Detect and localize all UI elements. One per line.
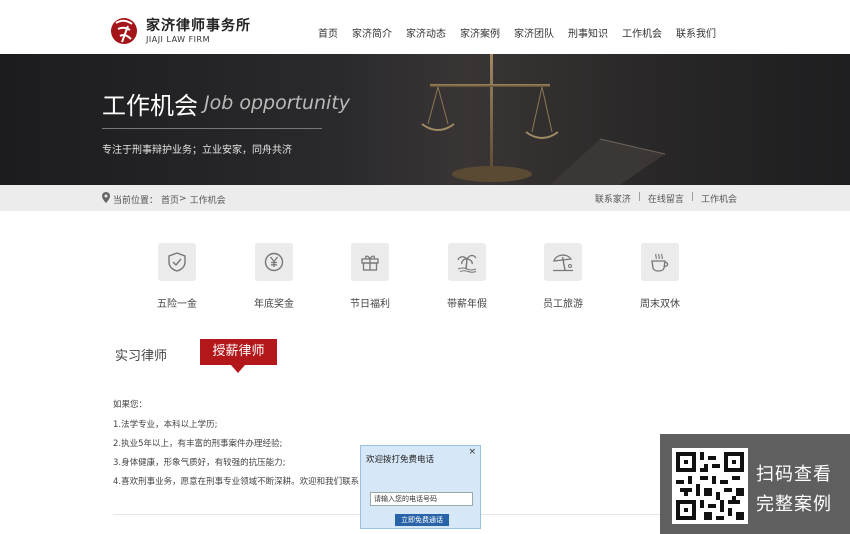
nav-about[interactable]: 家济简介 [352, 25, 392, 40]
benefit-weekends: 周末双休 [620, 243, 700, 310]
quick-links: 联系家济 | 在线留言 | 工作机会 [595, 192, 737, 205]
breadcrumb-label: 当前位置： [113, 195, 159, 206]
requirements-intro: 如果您： [113, 400, 148, 410]
benefit-label: 年底奖金 [254, 299, 294, 310]
shield-check-icon [158, 243, 196, 281]
nav-news[interactable]: 家济动态 [406, 25, 446, 40]
site-logo[interactable]: 家济律师事务所 JIAJI LAW FIRM [110, 14, 251, 48]
benefit-label: 周末双休 [640, 299, 680, 310]
benefit-label: 五险一金 [157, 299, 197, 310]
tab-intern-lawyer[interactable]: 实习律师 [115, 345, 167, 364]
nav-team[interactable]: 家济团队 [514, 25, 554, 40]
banner-title-en: Job opportunity [204, 92, 351, 114]
logo-name-cn: 家济律师事务所 [146, 17, 251, 34]
benefit-bonus: 年底奖金 [234, 243, 314, 310]
nav-knowledge[interactable]: 刑事知识 [568, 25, 608, 40]
free-call-popup: 欢迎拨打免费电话 × 立即免费通话 [360, 445, 481, 529]
popup-title: 欢迎拨打免费电话 [366, 455, 435, 465]
breadcrumb-separator: > [179, 194, 187, 204]
logo-seal-icon [110, 14, 140, 48]
gift-icon [351, 243, 389, 281]
benefit-paid-leave: 带薪年假 [427, 243, 507, 310]
requirement-item: 3.身体健康，形象气质好，有较强的抗压能力; [113, 458, 286, 468]
qr-code-image [672, 448, 748, 524]
link-separator: | [637, 192, 641, 202]
tab-salaried-lawyer[interactable]: 授薪律师 [200, 339, 277, 373]
nav-jobs[interactable]: 工作机会 [622, 25, 662, 40]
benefit-label: 员工旅游 [543, 299, 583, 310]
benefit-label: 节日福利 [350, 299, 390, 310]
main-nav: 首页 家济简介 家济动态 家济案例 家济团队 刑事知识 工作机会 联系我们 [318, 25, 730, 40]
benefit-label: 带薪年假 [447, 299, 487, 310]
requirement-item: 4.喜欢刑事业务，愿意在刑事专业领域不断深耕。欢迎和我们联系 [113, 477, 360, 487]
link-message[interactable]: 在线留言 [648, 192, 684, 205]
nav-contact[interactable]: 联系我们 [676, 25, 716, 40]
qr-caption-line1: 扫码查看 [756, 464, 832, 485]
breadcrumb-current: 工作机会 [189, 195, 226, 206]
banner-subtitle: 专注于刑事辩护业务；立业安家，同舟共济 [102, 145, 292, 156]
logo-name-en: JIAJI LAW FIRM [146, 34, 211, 44]
page-banner: 工作机会 Job opportunity 专注于刑事辩护业务；立业安家，同舟共济 [0, 54, 850, 185]
nav-cases[interactable]: 家济案例 [460, 25, 500, 40]
phone-number-input[interactable] [370, 492, 473, 506]
yen-coin-icon [255, 243, 293, 281]
requirement-item: 1.法学专业，本科以上学历; [113, 420, 218, 430]
breadcrumb-bar: 当前位置： 首页 > 工作机会 联系家济 | 在线留言 | 工作机会 [0, 185, 850, 211]
qr-code-overlay: 扫码查看 完整案例 [660, 434, 850, 534]
beach-palm-icon [448, 243, 486, 281]
nav-home[interactable]: 首页 [318, 25, 338, 40]
banner-divider [102, 128, 322, 129]
site-header: 家济律师事务所 JIAJI LAW FIRM 首页 家济简介 家济动态 家济案例… [0, 0, 850, 54]
link-jobs[interactable]: 工作机会 [701, 192, 737, 205]
link-contact[interactable]: 联系家济 [595, 192, 631, 205]
breadcrumb: 当前位置： 首页 > 工作机会 [102, 192, 229, 206]
location-pin-icon [102, 192, 110, 206]
close-icon[interactable]: × [468, 447, 476, 457]
free-call-button[interactable]: 立即免费通话 [395, 514, 449, 526]
banner-title: 工作机会 [102, 92, 198, 120]
benefit-holiday-gift: 节日福利 [330, 243, 410, 310]
qr-caption-line2: 完整案例 [756, 494, 832, 515]
benefit-insurance: 五险一金 [137, 243, 217, 310]
link-separator: | [690, 192, 694, 202]
scales-of-justice-image [421, 54, 666, 185]
breadcrumb-home[interactable]: 首页 [161, 193, 179, 206]
requirement-item: 2.执业5年以上，有丰富的刑事案件办理经验; [113, 439, 283, 449]
umbrella-beach-icon [544, 243, 582, 281]
benefit-travel: 员工旅游 [523, 243, 603, 310]
coffee-cup-icon [641, 243, 679, 281]
